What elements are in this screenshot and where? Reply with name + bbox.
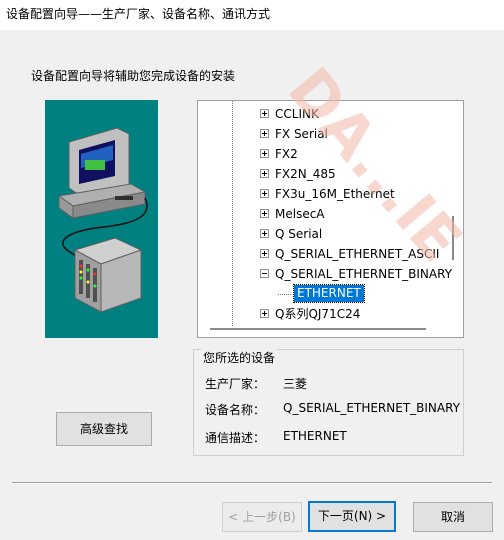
comm-description-value: ETHERNET	[283, 429, 347, 443]
expand-plus-icon[interactable]	[260, 229, 269, 238]
collapse-minus-icon[interactable]	[260, 269, 269, 278]
tree-vertical-scrollbar[interactable]	[452, 216, 454, 260]
next-button[interactable]: 下一页(N) >	[308, 501, 396, 532]
computer-icon	[57, 127, 147, 219]
expand-plus-icon[interactable]	[260, 249, 269, 258]
tree-item-label[interactable]: Q_SERIAL_ETHERNET_ASCII	[275, 244, 439, 264]
device-tree[interactable]: CCLINK FX Serial FX2 FX2N_485 FX3u_16M_Ether…	[197, 100, 464, 338]
tree-item-label[interactable]: FX3u_16M_Ethernet	[275, 184, 395, 204]
tree-item-label[interactable]: CCLINK	[275, 104, 319, 124]
tree-item-label[interactable]: Q Serial	[275, 224, 322, 244]
device-name-label: 设备名称：	[205, 403, 266, 417]
plc-rack-icon	[73, 237, 143, 313]
title-bar: 设备配置向导——生产厂家、设备名称、通讯方式	[0, 0, 504, 30]
expand-plus-icon[interactable]	[260, 309, 269, 318]
back-button[interactable]: < 上一步(B)	[222, 502, 302, 532]
window-title: 设备配置向导——生产厂家、设备名称、通讯方式	[6, 7, 271, 21]
tree-item-label[interactable]: FX2N_485	[275, 164, 336, 184]
tree-item-label[interactable]: FX Serial	[275, 124, 328, 144]
tree-item-label[interactable]: Q_SERIAL_ETHERNET_BINARY	[275, 264, 452, 284]
tree-horizontal-scrollbar[interactable]	[210, 328, 426, 330]
expand-plus-icon[interactable]	[260, 209, 269, 218]
expand-plus-icon[interactable]	[260, 129, 269, 138]
tree-item-label[interactable]: ETHERNET	[293, 284, 365, 303]
tree-item-label[interactable]: Q系列QJ71C24	[275, 304, 360, 324]
manufacturer-label: 生产厂家：	[205, 377, 266, 391]
advanced-search-button[interactable]: 高级查找	[56, 412, 152, 446]
cancel-button[interactable]: 取消	[413, 502, 493, 532]
expand-plus-icon[interactable]	[260, 169, 269, 178]
device-illustration	[45, 100, 158, 338]
expand-plus-icon[interactable]	[260, 149, 269, 158]
device-name-value: Q_SERIAL_ETHERNET_BINARY	[283, 401, 461, 415]
tree-item-label[interactable]: MelsecA	[275, 204, 325, 224]
wizard-subtitle: 设备配置向导将辅助您完成设备的安装	[31, 69, 236, 83]
selected-device-title: 您所选的设备	[201, 349, 278, 366]
comm-description-label: 通信描述：	[205, 431, 266, 445]
expand-plus-icon[interactable]	[260, 109, 269, 118]
expand-plus-icon[interactable]	[260, 189, 269, 198]
tree-item-label[interactable]: FX2	[275, 144, 298, 164]
manufacturer-value: 三菱	[283, 377, 308, 391]
